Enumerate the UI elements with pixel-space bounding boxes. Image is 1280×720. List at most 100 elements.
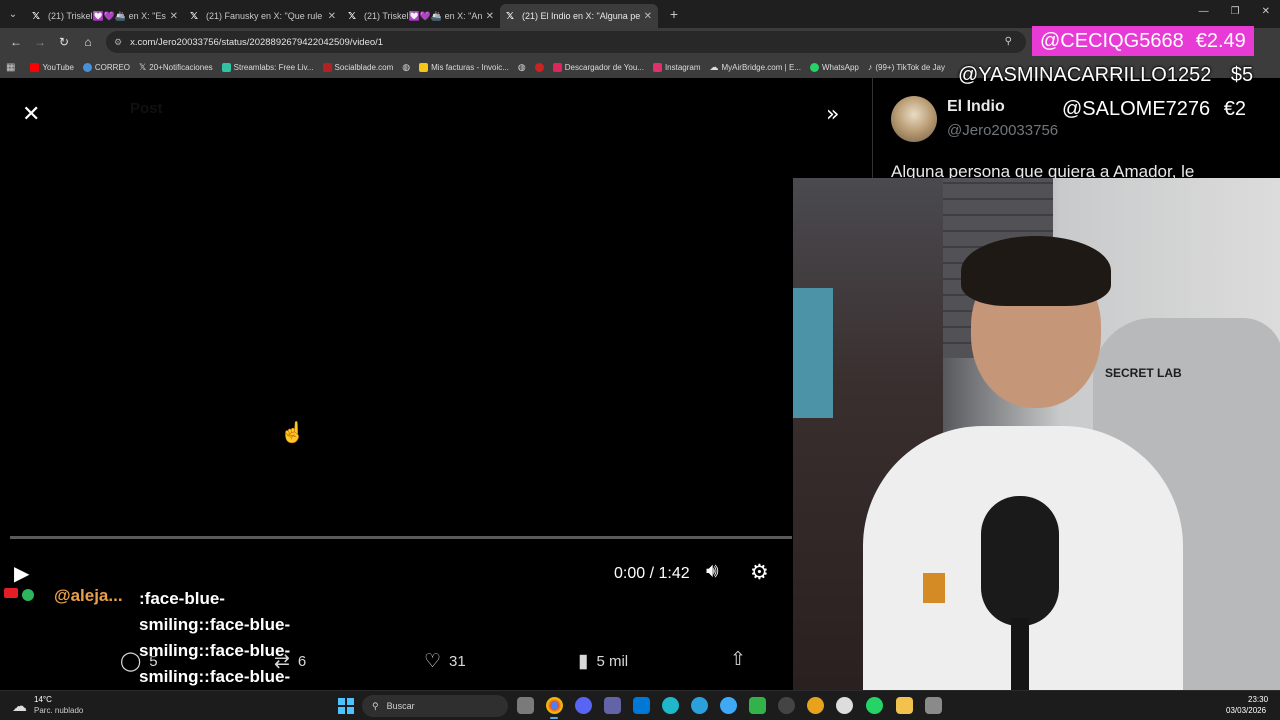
donation-amount: $5 (1230, 64, 1254, 86)
site-info-icon[interactable]: ⚙ (114, 37, 122, 48)
donation-user: @CECIQG5668 (1040, 29, 1184, 52)
bookmark[interactable]: ☁ MyAirBridge.com | E... (710, 62, 801, 73)
author-name[interactable]: El Indio (947, 98, 1005, 116)
bookmark[interactable]: Socialblade.com (322, 62, 394, 72)
minimize-icon[interactable]: — (1199, 6, 1209, 17)
file-explorer-icon[interactable] (896, 697, 913, 714)
close-icon[interactable]: ✕ (22, 102, 40, 127)
browser-tab[interactable]: 𝕏 (21) Triskel💟💜🚢 en X: "Ant ✕ (342, 4, 500, 28)
donation-user: @SALOME7276 (1062, 98, 1211, 120)
close-window-icon[interactable]: ✕ (1262, 6, 1270, 17)
expand-panel-icon[interactable]: » (826, 102, 839, 127)
clock-date[interactable]: 03/03/2026 (1226, 706, 1266, 715)
bookmark-favicon-icon (552, 62, 562, 72)
views-button[interactable]: ▮ 5 mil (578, 650, 628, 673)
bookmark-label: Mis facturas - Invoic... (431, 62, 509, 72)
video-progress-bar[interactable] (10, 536, 792, 539)
browser-tab-active[interactable]: 𝕏 (21) El Indio en X: "Alguna pers ✕ (500, 4, 658, 28)
network-app-icon[interactable] (720, 697, 737, 714)
bookmark-label: (99+) TikTok de Jay (875, 62, 945, 72)
bookmark[interactable] (534, 62, 544, 72)
weather-cloud-icon[interactable]: ☁ (12, 697, 27, 715)
bookmark[interactable]: Streamlabs: Free Liv... (221, 62, 314, 72)
url-text: x.com/Jero20033756/status/20288926794220… (130, 36, 384, 48)
video-player[interactable]: Post ✕ » ☝ ▶ 0:00 / 1:42 🔊︎ ⚙ ◯ 5 ⇄ 6 ♡ … (0, 78, 872, 712)
discord-icon[interactable] (575, 697, 592, 714)
tab-close-icon[interactable]: ✕ (486, 11, 494, 22)
bookmark[interactable]: CORREO (82, 62, 130, 72)
bookmark[interactable]: 𝕏 20+Notificaciones (139, 62, 213, 73)
bookmark[interactable]: Instagram (652, 62, 701, 72)
chrome-icon[interactable] (546, 697, 563, 714)
bookmark-label: WhatsApp (821, 62, 859, 72)
tab-close-icon[interactable]: ✕ (644, 11, 652, 22)
telegram-icon[interactable] (691, 697, 708, 714)
taskbar-search[interactable]: ⚲ Buscar (362, 695, 508, 717)
weather-temperature[interactable]: 14°C (34, 695, 52, 704)
bookmark[interactable]: ♪ (99+) TikTok de Jay (868, 62, 945, 72)
like-button[interactable]: ♡ 31 (424, 650, 466, 673)
chair-brand-logo: SECRET LAB (1105, 366, 1182, 380)
zoom-icon[interactable]: ⚲ (1005, 36, 1012, 47)
back-icon[interactable]: ← (4, 35, 28, 49)
avatar[interactable] (891, 96, 937, 142)
play-icon[interactable]: ▶ (14, 561, 29, 586)
bookmark[interactable]: Descargador de You... (552, 62, 644, 72)
bookmark[interactable]: WhatsApp (809, 62, 859, 72)
bookmark[interactable]: ◍ (518, 62, 526, 73)
clock-time[interactable]: 23:30 (1248, 695, 1268, 704)
start-button[interactable] (338, 698, 354, 714)
active-app-indicator (550, 717, 558, 719)
mouse-cursor-icon: ☝ (280, 422, 305, 444)
tab-search-icon[interactable]: ⌄ (0, 0, 26, 28)
bookmark[interactable]: Mis facturas - Invoic... (419, 62, 509, 72)
webcam-background-box (923, 573, 945, 603)
page-title-behind: Post (130, 100, 163, 117)
browser-tab-strip: ⌄ 𝕏 (21) Triskel💟💜🚢 en X: "Es o ✕ 𝕏 (21)… (0, 0, 1280, 28)
whatsapp-icon (809, 62, 819, 72)
whatsapp-icon[interactable] (866, 697, 883, 714)
donation-alert: @YASMINACARRILLO1252 $5 (958, 64, 1253, 87)
volume-icon[interactable]: 🔊︎ (706, 560, 719, 583)
app-icon[interactable] (807, 697, 824, 714)
task-view-icon[interactable] (517, 697, 534, 714)
tab-close-icon[interactable]: ✕ (170, 11, 178, 22)
cloud-icon: ☁ (709, 61, 719, 72)
video-time: 0:00 / 1:42 (614, 565, 690, 582)
windows-taskbar: ☁ 14°C Parc. nublado ⚲ Buscar 23:30 03/0… (0, 690, 1280, 720)
app-icon[interactable] (836, 697, 853, 714)
bookmark[interactable]: YouTube (30, 62, 74, 72)
browser-tab[interactable]: 𝕏 (21) Fanusky en X: "Que rule es ✕ (184, 4, 342, 28)
new-tab-button[interactable]: + (662, 6, 686, 22)
home-icon[interactable]: ⌂ (76, 35, 100, 49)
snipping-tool-icon[interactable] (925, 697, 942, 714)
tweet-actions: ◯ 5 ⇄ 6 ♡ 31 ▮ 5 mil ⇧ (0, 644, 790, 676)
camtasia-icon[interactable] (749, 697, 766, 714)
weather-description[interactable]: Parc. nublado (34, 706, 83, 715)
browser-tab[interactable]: 𝕏 (21) Triskel💟💜🚢 en X: "Es o ✕ (26, 4, 184, 28)
x-logo-icon: 𝕏 (190, 10, 199, 22)
reload-icon[interactable]: ↻ (52, 35, 76, 49)
address-bar[interactable]: ⚙ x.com/Jero20033756/status/202889267942… (106, 31, 1026, 53)
bookmark-favicon-icon (30, 62, 40, 72)
forward-icon[interactable]: → (28, 35, 52, 49)
author-handle[interactable]: @Jero20033756 (947, 122, 1058, 139)
apps-icon[interactable]: ▦ (6, 62, 15, 73)
bookmark[interactable]: ◍ (402, 62, 410, 73)
microphone (981, 496, 1059, 626)
x-logo-icon: 𝕏 (348, 10, 357, 22)
edge-icon[interactable] (662, 697, 679, 714)
heart-icon: ♡ (424, 651, 442, 672)
webcam-background-window (793, 288, 833, 418)
tab-close-icon[interactable]: ✕ (328, 11, 336, 22)
outlook-icon[interactable] (633, 697, 650, 714)
bookmark-label: MyAirBridge.com | E... (721, 62, 801, 72)
settings-app-icon[interactable] (778, 697, 795, 714)
restore-icon[interactable]: ❐ (1231, 6, 1240, 17)
share-button[interactable]: ⇧ (730, 648, 746, 671)
tiktok-icon: ♪ (867, 62, 873, 72)
bookmark-favicon-icon (221, 62, 231, 72)
bookmark-label: Socialblade.com (334, 62, 394, 72)
teams-icon[interactable] (604, 697, 621, 714)
settings-icon[interactable]: ⚙ (750, 560, 769, 585)
